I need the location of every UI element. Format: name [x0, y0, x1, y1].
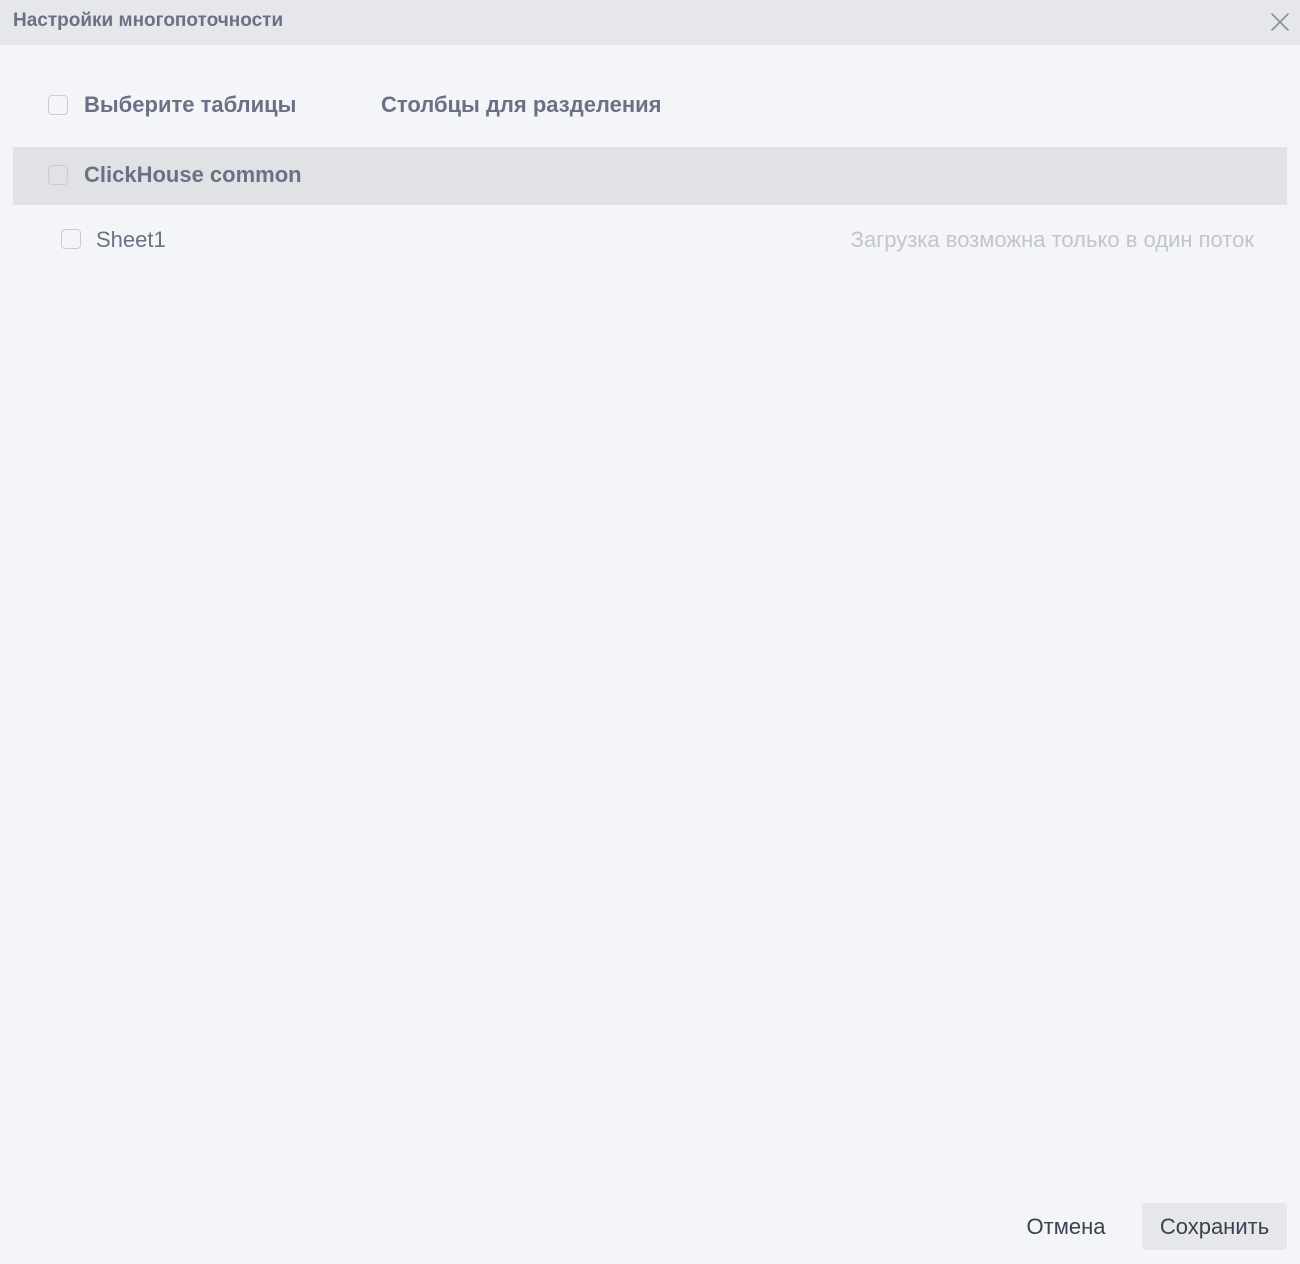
table-name: Sheet1 — [96, 227, 166, 252]
dialog-titlebar: Настройки многопоточности — [0, 0, 1300, 45]
select-tables-header: Выберите таблицы — [84, 92, 297, 117]
save-button[interactable]: Сохранить — [1142, 1203, 1287, 1250]
single-thread-hint: Загрузка возможна только в один поток — [850, 227, 1254, 252]
group-checkbox[interactable] — [48, 165, 68, 185]
split-columns-header: Столбцы для разделения — [381, 92, 662, 117]
cancel-button[interactable]: Отмена — [1010, 1203, 1122, 1250]
group-name: ClickHouse common — [84, 162, 302, 187]
multithreading-settings-dialog: Настройки многопоточности Выберите табли… — [0, 0, 1300, 1264]
select-all-tables-checkbox[interactable] — [48, 95, 68, 115]
table-group-row[interactable]: ClickHouse common — [13, 147, 1287, 205]
dialog-title: Настройки многопоточности — [13, 10, 284, 31]
table-checkbox[interactable] — [61, 229, 81, 249]
close-icon[interactable] — [1268, 10, 1292, 34]
